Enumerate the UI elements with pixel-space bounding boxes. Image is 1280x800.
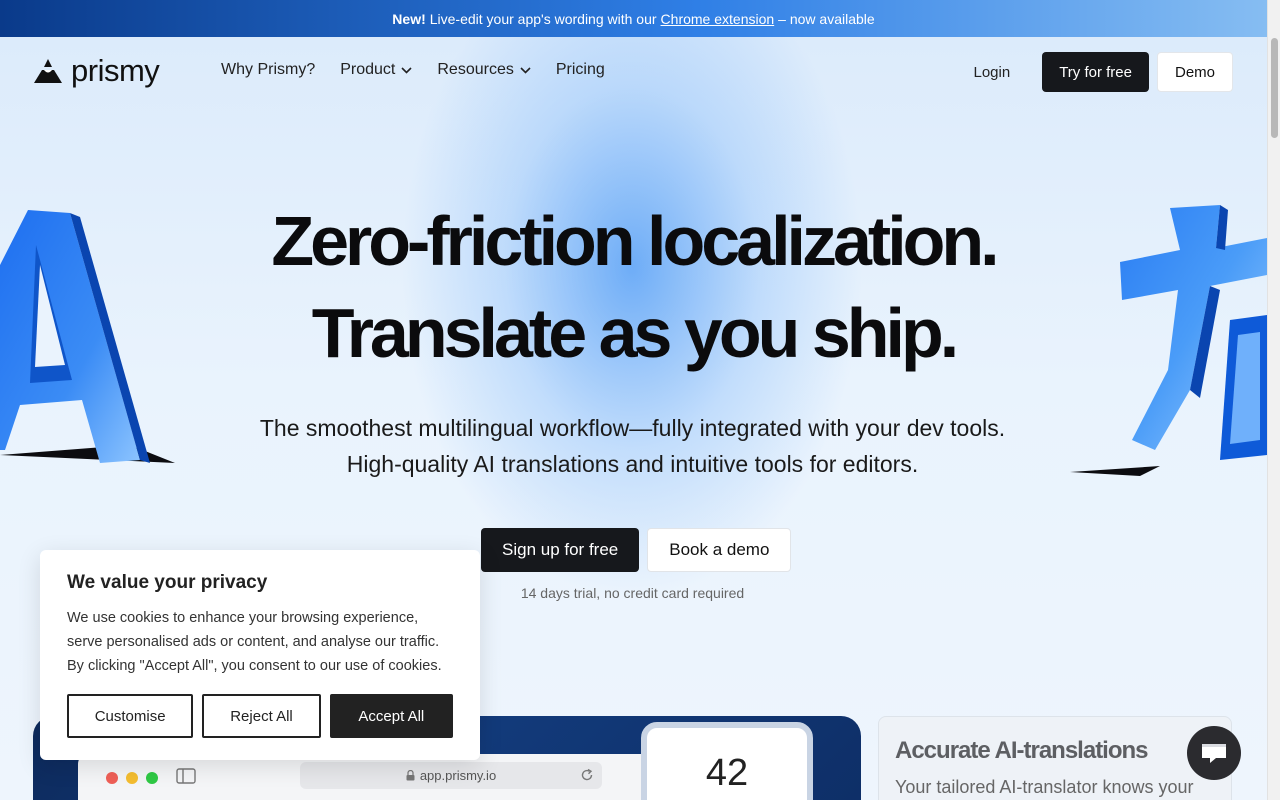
chrome-extension-link[interactable]: Chrome extension — [661, 11, 775, 27]
chevron-down-icon — [401, 66, 412, 74]
url-text: app.prismy.io — [419, 768, 497, 783]
scrollbar-thumb[interactable] — [1271, 38, 1278, 138]
close-dot — [106, 772, 118, 784]
accept-all-button[interactable]: Accept All — [329, 694, 453, 738]
prism-logo-icon — [34, 58, 62, 83]
cookie-consent-dialog: We value your privacy We use cookies to … — [40, 550, 480, 760]
feature-title: Accurate AI-translations — [895, 737, 1149, 764]
minimize-dot — [126, 772, 138, 784]
headline-line-2: Translate as you ship. — [311, 294, 959, 372]
maximize-dot — [146, 772, 158, 784]
announcement-suffix: – now available — [778, 10, 875, 27]
announcement-bar: New! Live-edit your app's wording with o… — [0, 0, 1267, 37]
nav-resources[interactable]: Resources — [437, 61, 531, 79]
reload-icon — [581, 768, 593, 781]
hero-cta-group: Sign up for free Book a demo — [481, 528, 792, 572]
brand-logo[interactable]: prismy — [33, 53, 160, 88]
feature-text: Your tailored AI-translator knows your — [895, 777, 1194, 797]
hero-subheadline: The smoothest multilingual workflow—full… — [0, 410, 1265, 482]
try-for-free-button[interactable]: Try for free — [1042, 52, 1149, 92]
browser-mockup: app.prismy.io — [78, 754, 718, 800]
cookie-title: We value your privacy — [67, 572, 268, 593]
announcement-new-label: New! — [392, 10, 426, 27]
nav-pricing[interactable]: Pricing — [556, 61, 605, 79]
nav-why-prismy[interactable]: Why Prismy? — [221, 61, 315, 79]
page-scrollbar[interactable] — [1267, 0, 1280, 800]
sign-up-button[interactable]: Sign up for free — [481, 528, 640, 572]
subheadline-line-1: The smoothest multilingual workflow—full… — [259, 415, 1006, 441]
chat-icon — [1202, 744, 1226, 763]
hero-headline: Zero-friction localization. Translate as… — [0, 195, 1267, 379]
brand-name: prismy — [71, 53, 160, 88]
demo-button[interactable]: Demo — [1156, 52, 1233, 92]
book-demo-button[interactable]: Book a demo — [647, 528, 792, 572]
url-bar: app.prismy.io — [300, 762, 602, 789]
headline-line-1: Zero-friction localization. — [271, 202, 999, 280]
subheadline-line-2: High-quality AI translations and intuiti… — [346, 451, 919, 477]
sidebar-toggle-icon — [176, 768, 196, 784]
cookie-body: We use cookies to enhance your browsing … — [67, 610, 442, 674]
feature-card-ai-translations: Accurate AI-translations Your tailored A… — [878, 716, 1232, 800]
chevron-down-icon — [520, 66, 531, 74]
counter-value: 42 — [705, 752, 749, 794]
reject-all-button[interactable]: Reject All — [202, 694, 321, 738]
customise-button[interactable]: Customise — [67, 694, 194, 738]
counter-widget: 42 — [641, 722, 813, 800]
nav-product[interactable]: Product — [340, 61, 412, 79]
chat-launcher-button[interactable] — [1187, 726, 1241, 780]
window-controls — [106, 772, 158, 784]
top-navigation: prismy Why Prismy? Product Resources Pri… — [0, 37, 1267, 107]
login-link[interactable]: Login — [973, 64, 1010, 81]
announcement-text: Live-edit your app's wording with our — [429, 10, 657, 27]
lock-icon — [406, 770, 415, 781]
